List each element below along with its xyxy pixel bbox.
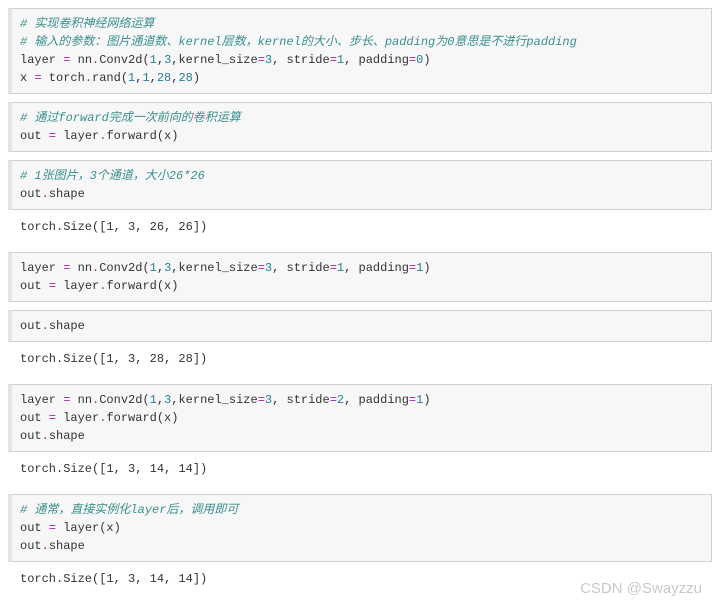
code-cell[interactable]: # 通常，直接实例化layer后，调用即可 out = layer(x) out… [8,494,712,562]
output-cell: torch.Size([1, 3, 14, 14]) [8,454,712,488]
code-cell[interactable]: out.shape [8,310,712,342]
code-cell[interactable]: layer = nn.Conv2d(1,3,kernel_size=3, str… [8,384,712,452]
output-cell: torch.Size([1, 3, 14, 14]) [8,564,712,598]
code-cell[interactable]: # 通过forward完成一次前向的卷积运算 out = layer.forwa… [8,102,712,152]
output-cell: torch.Size([1, 3, 26, 26]) [8,212,712,246]
code-cell[interactable]: # 实现卷积神经网络运算 # 输入的参数：图片通道数、kernel层数，kern… [8,8,712,94]
code-cell[interactable]: layer = nn.Conv2d(1,3,kernel_size=3, str… [8,252,712,302]
code-cell[interactable]: # 1张图片，3个通道，大小26*26 out.shape [8,160,712,210]
output-cell: torch.Size([1, 3, 28, 28]) [8,344,712,378]
notebook-container: # 实现卷积神经网络运算 # 输入的参数：图片通道数、kernel层数，kern… [8,8,712,598]
